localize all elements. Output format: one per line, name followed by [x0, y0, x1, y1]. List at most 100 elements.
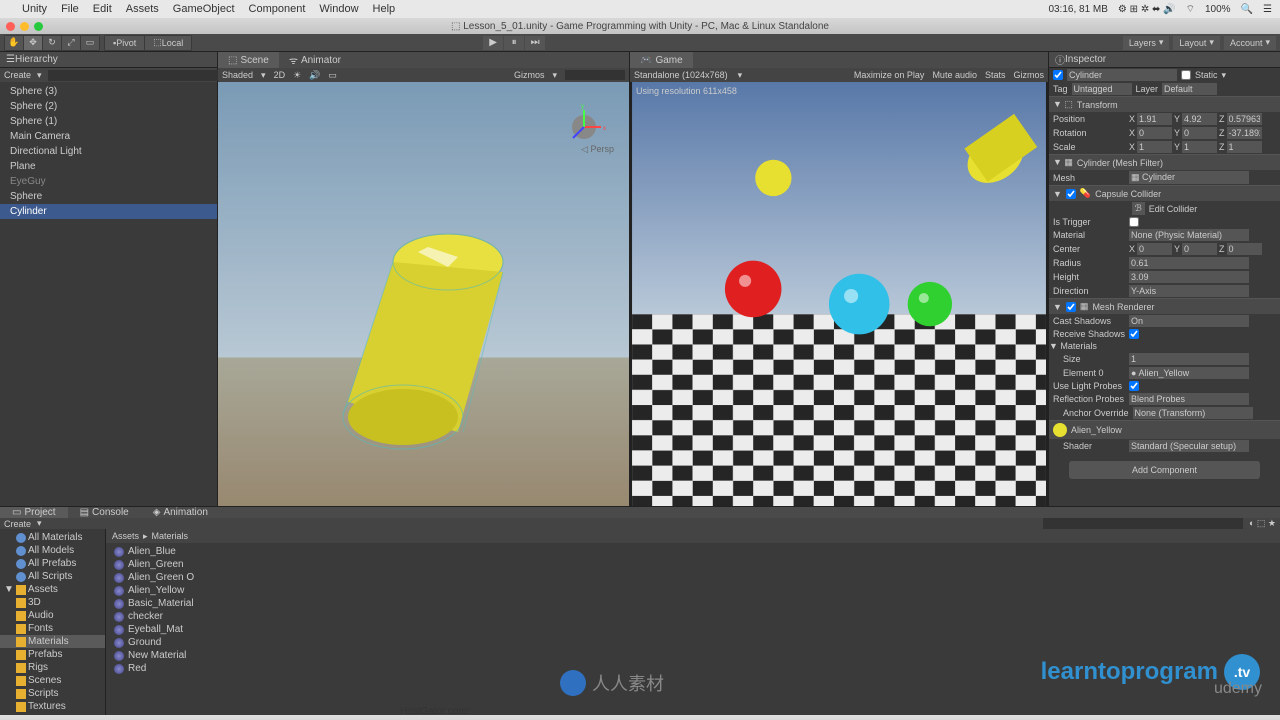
static-checkbox[interactable] [1181, 70, 1191, 80]
filter-icons[interactable]: ◐ ⬚ ★ [1249, 518, 1276, 529]
hierarchy-item[interactable]: EyeGuy [0, 174, 217, 189]
tab-animation[interactable]: ◈ Animation [141, 507, 220, 518]
menu-window[interactable]: Window [319, 3, 358, 15]
materials-foldout[interactable]: ▼ Materials [1049, 341, 1121, 351]
rot-x[interactable] [1137, 127, 1172, 139]
rot-z[interactable] [1227, 127, 1262, 139]
scale-tool[interactable]: ⤢ [62, 36, 80, 50]
direction-dropdown[interactable]: Y-Axis [1129, 285, 1249, 297]
menu-assets[interactable]: Assets [126, 3, 159, 15]
cast-shadows-dropdown[interactable]: On [1129, 315, 1249, 327]
step-button[interactable]: ⏭ [525, 36, 545, 50]
search-icon[interactable]: 🔍 [1241, 4, 1253, 15]
aspect-dropdown[interactable]: Standalone (1024x768) [634, 70, 728, 80]
2d-toggle[interactable]: 2D [274, 70, 286, 80]
layer-dropdown[interactable]: Default [1162, 83, 1217, 95]
tab-game[interactable]: 🎮 Game [630, 52, 693, 68]
layers-dropdown[interactable]: Layers ▾ [1123, 36, 1170, 50]
menu-edit[interactable]: Edit [93, 3, 112, 15]
hierarchy-item[interactable]: Sphere (2) [0, 99, 217, 114]
maximize-window-button[interactable] [34, 22, 43, 31]
pause-button[interactable]: ⏸ [504, 36, 524, 50]
physic-material-field[interactable]: None (Physic Material) [1129, 229, 1249, 241]
breadcrumb[interactable]: Assets ▸ Materials [106, 529, 1280, 543]
menu-unity[interactable]: Unity [22, 3, 47, 15]
anchor-override-field[interactable]: None (Transform) [1133, 407, 1253, 419]
favorite-filter[interactable]: All Materials [0, 531, 105, 544]
favorite-filter[interactable]: All Models [0, 544, 105, 557]
height-input[interactable] [1129, 271, 1249, 283]
material-asset[interactable]: checker [106, 610, 1280, 623]
tab-animator[interactable]: ᯤ Animator [279, 52, 351, 68]
maximize-toggle[interactable]: Maximize on Play [854, 70, 925, 80]
project-folder[interactable]: Scripts [0, 687, 105, 700]
transform-header[interactable]: ▼ ⬚ Transform [1049, 96, 1280, 112]
material-asset[interactable]: Eyeball_Mat [106, 623, 1280, 636]
lighting-toggle[interactable]: ☀ [293, 70, 301, 81]
hierarchy-item[interactable]: Plane [0, 159, 217, 174]
center-y[interactable] [1182, 243, 1217, 255]
account-dropdown[interactable]: Account ▾ [1224, 36, 1276, 50]
tab-project[interactable]: ▭ Project [0, 507, 68, 518]
gizmos-dropdown[interactable]: Gizmos [514, 70, 545, 80]
reflection-probes-dropdown[interactable]: Blend Probes [1129, 393, 1249, 405]
add-component-button[interactable]: Add Component [1069, 461, 1260, 479]
project-folder[interactable]: Rigs [0, 661, 105, 674]
minimize-window-button[interactable] [20, 22, 29, 31]
hierarchy-item[interactable]: Sphere (3) [0, 84, 217, 99]
center-z[interactable] [1227, 243, 1262, 255]
material-asset[interactable]: Alien_Yellow [106, 584, 1280, 597]
hand-tool[interactable]: ✋ [5, 36, 23, 50]
scale-y[interactable] [1182, 141, 1217, 153]
mute-toggle[interactable]: Mute audio [932, 70, 977, 80]
assets-root[interactable]: ▼ Assets [0, 583, 105, 596]
material-asset[interactable]: Alien_Green [106, 558, 1280, 571]
taskbar-item[interactable]: HostGator.com! [400, 706, 469, 717]
menu-help[interactable]: Help [373, 3, 396, 15]
radius-input[interactable] [1129, 257, 1249, 269]
layout-dropdown[interactable]: Layout ▾ [1173, 36, 1220, 50]
material-asset[interactable]: Alien_Green O [106, 571, 1280, 584]
project-folder[interactable]: 3D [0, 596, 105, 609]
tag-dropdown[interactable]: Untagged [1072, 83, 1132, 95]
stats-toggle[interactable]: Stats [985, 70, 1006, 80]
shader-dropdown[interactable]: Standard (Specular setup) [1129, 440, 1249, 452]
material-preview-header[interactable]: Alien_Yellow [1049, 420, 1280, 439]
materials-size[interactable] [1129, 353, 1249, 365]
object-enabled-checkbox[interactable] [1053, 70, 1063, 80]
fx-toggle[interactable]: ▭ [328, 70, 337, 81]
menu-gameobject[interactable]: GameObject [173, 3, 235, 15]
mesh-renderer-header[interactable]: ▼ ▦ Mesh Renderer [1049, 298, 1280, 314]
hierarchy-create-button[interactable]: Create [4, 70, 31, 80]
scene-search[interactable] [565, 70, 625, 80]
tab-console[interactable]: ▤ Console [68, 507, 141, 518]
close-window-button[interactable] [6, 22, 15, 31]
hierarchy-item[interactable]: Sphere [0, 189, 217, 204]
mesh-field[interactable]: ▦ Cylinder [1129, 171, 1249, 184]
hierarchy-search[interactable] [48, 70, 225, 81]
play-button[interactable]: ▶ [483, 36, 503, 50]
hierarchy-item[interactable]: Cylinder [0, 204, 217, 219]
project-folder[interactable]: Textures [0, 700, 105, 713]
project-folder[interactable]: Audio [0, 609, 105, 622]
pos-z[interactable] [1227, 113, 1262, 125]
rect-tool[interactable]: ▭ [81, 36, 99, 50]
rot-y[interactable] [1182, 127, 1217, 139]
is-trigger-checkbox[interactable] [1129, 217, 1139, 227]
project-folder[interactable]: Scenes [0, 674, 105, 687]
project-folder[interactable]: Materials [0, 635, 105, 648]
project-folder[interactable]: Prefabs [0, 648, 105, 661]
menu-file[interactable]: File [61, 3, 79, 15]
rotate-tool[interactable]: ↻ [43, 36, 61, 50]
pos-y[interactable] [1182, 113, 1217, 125]
menu-icon[interactable]: ☰ [1263, 4, 1272, 15]
material-asset[interactable]: Basic_Material [106, 597, 1280, 610]
hierarchy-item[interactable]: Main Camera [0, 129, 217, 144]
menu-component[interactable]: Component [249, 3, 306, 15]
edit-collider-button[interactable]: ℬ [1132, 202, 1145, 215]
render-mode-dropdown[interactable]: Shaded [222, 70, 253, 80]
hierarchy-item[interactable]: Sphere (1) [0, 114, 217, 129]
pos-x[interactable] [1137, 113, 1172, 125]
material-element-0[interactable]: ● Alien_Yellow [1129, 367, 1249, 379]
game-viewport[interactable]: Using resolution 611x458 [630, 82, 1048, 506]
